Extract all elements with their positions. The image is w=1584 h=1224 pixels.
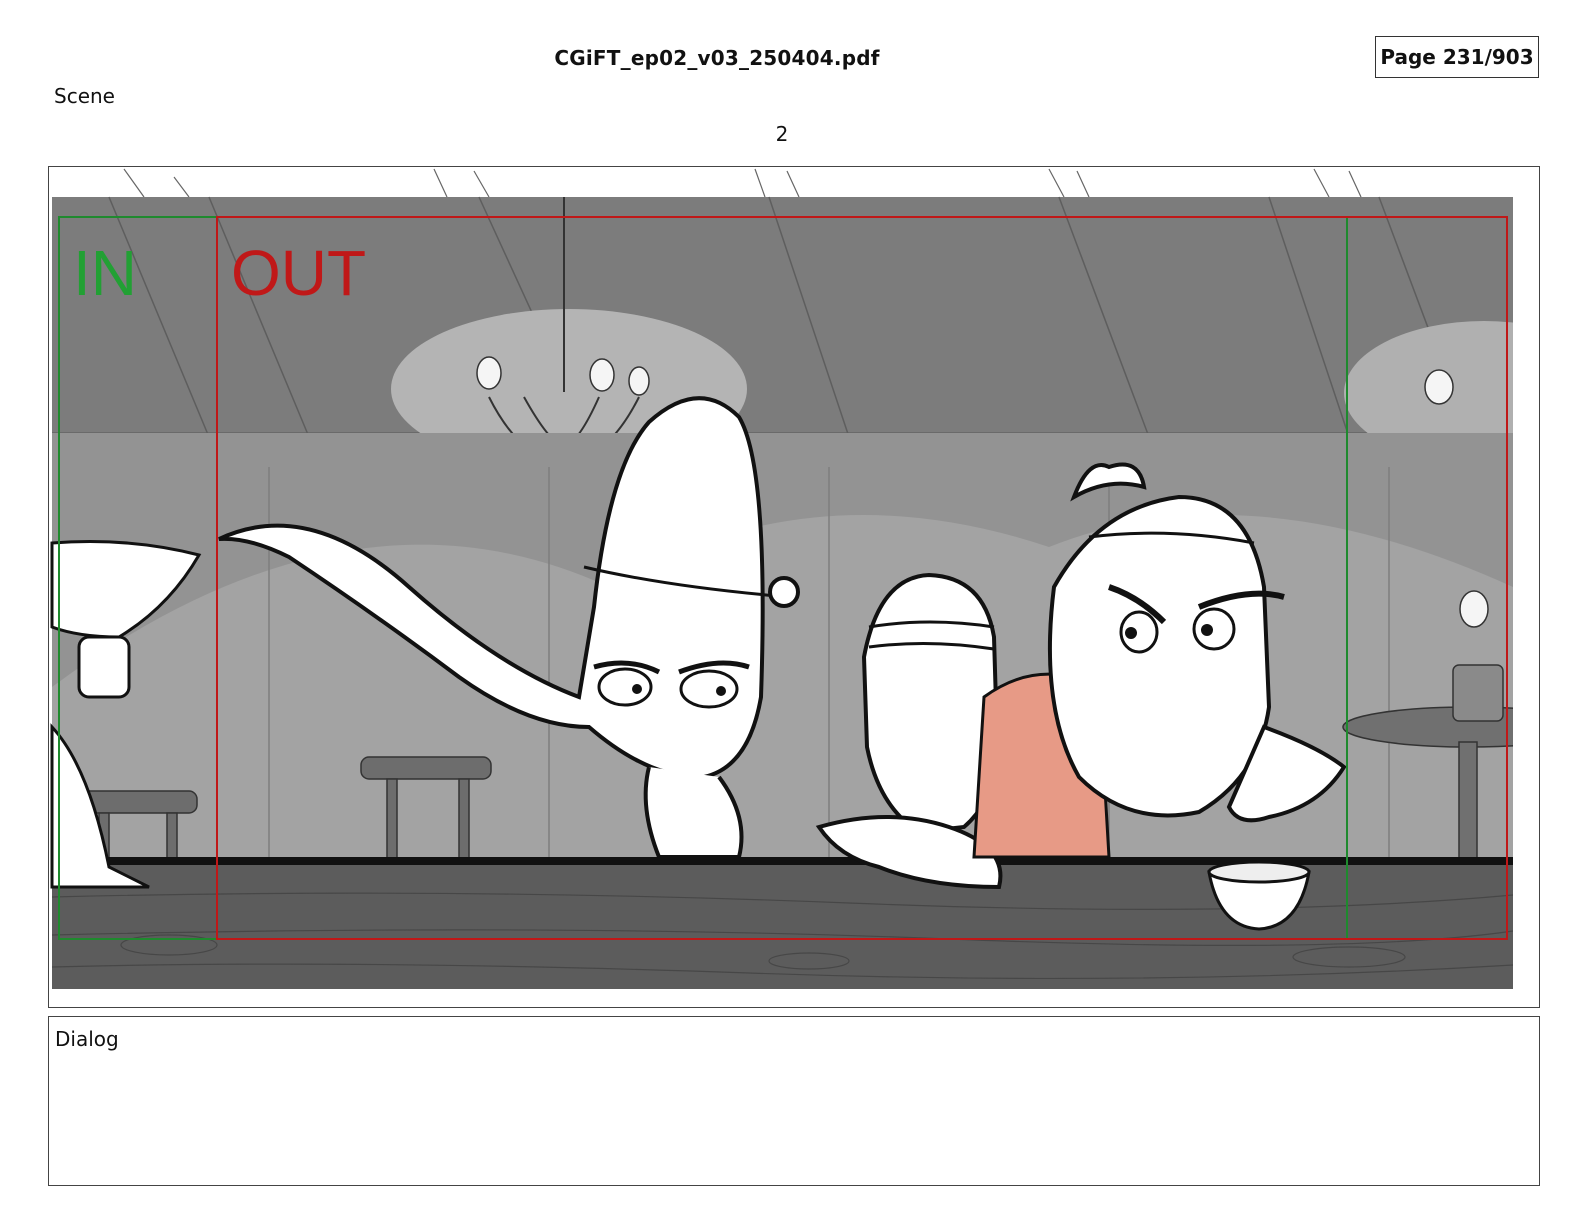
storyboard-panel: IN OUT <box>48 166 1540 1008</box>
storyboard-drawing: IN OUT <box>49 167 1539 1007</box>
in-marker: IN <box>73 237 137 309</box>
dialog-label: Dialog <box>55 1027 119 1051</box>
out-marker: OUT <box>231 237 366 309</box>
page-counter: Page 231/903 <box>1375 36 1539 78</box>
dialog-box: Dialog <box>48 1016 1540 1186</box>
scene-label: Scene <box>54 84 115 108</box>
scene-number: 2 <box>775 122 789 146</box>
document-title: CGiFT_ep02_v03_250404.pdf <box>554 46 880 70</box>
